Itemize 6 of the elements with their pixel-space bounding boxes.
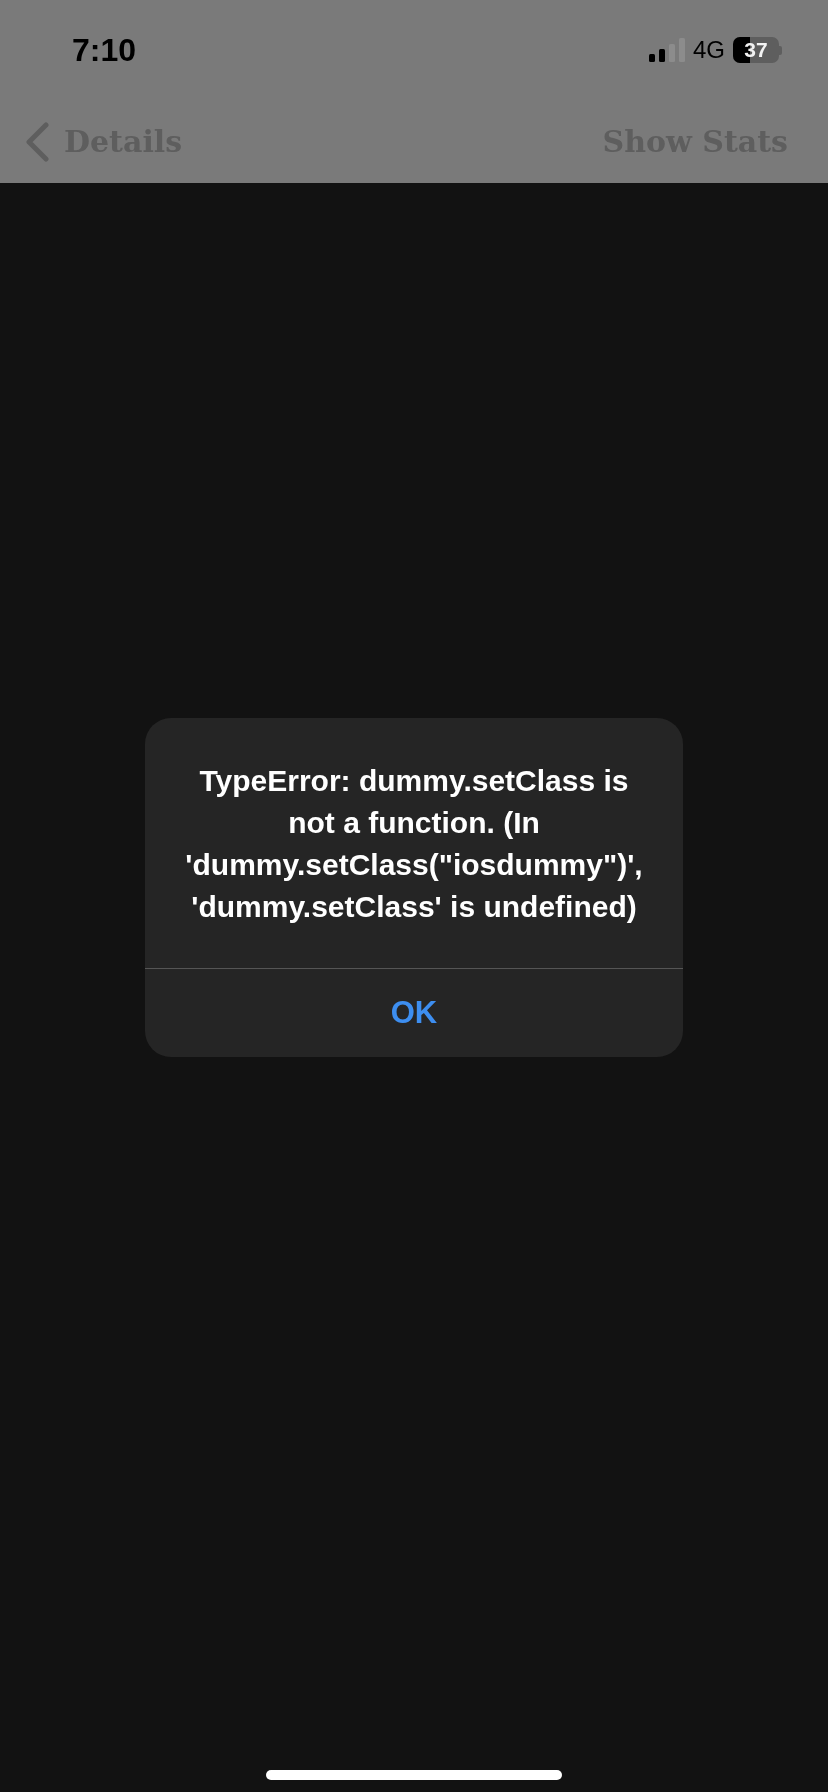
signal-icon <box>649 38 685 62</box>
ok-button[interactable]: OK <box>145 969 683 1057</box>
network-label: 4G <box>693 36 725 64</box>
alert-message: TypeError: dummy.setClass is not a function. (In 'dummy.setClass("iosdummy")', 'dummy.setClass' is undefined) <box>145 718 683 969</box>
status-time: 7:10 <box>72 31 137 69</box>
back-chevron-icon <box>24 121 50 162</box>
